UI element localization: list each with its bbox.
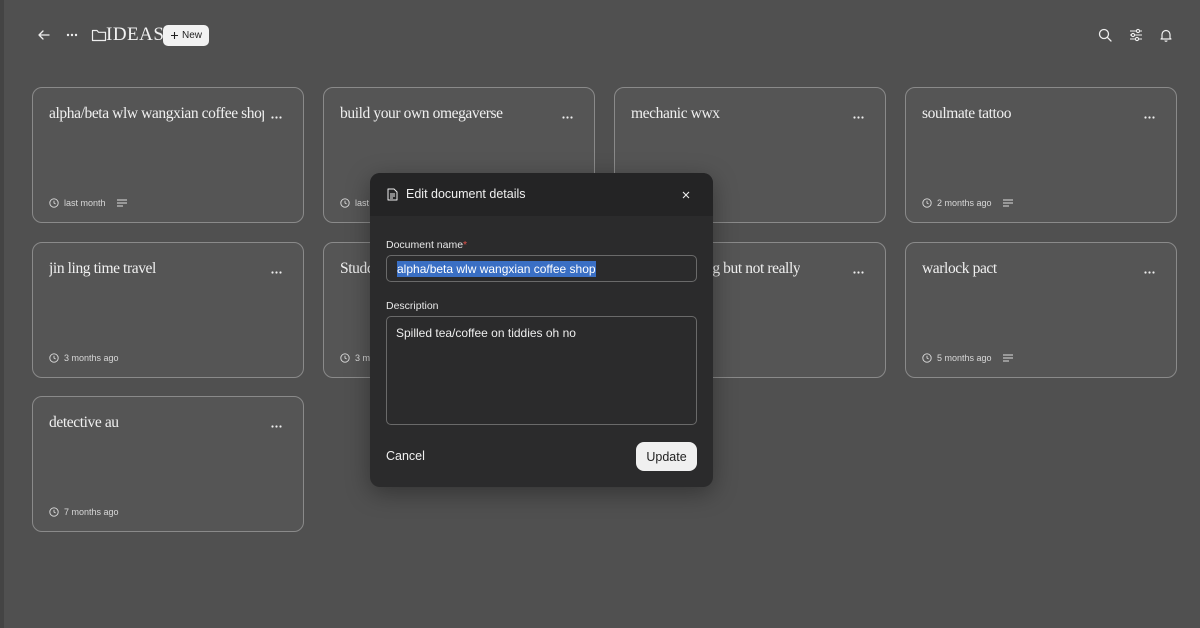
card-title: Studc [340,260,374,277]
clock-icon [922,353,932,363]
new-document-button[interactable]: New [163,25,209,46]
clock-icon [49,198,59,208]
search-icon [1098,28,1112,42]
document-card[interactable]: alpha/beta wlw wangxian coffee shop last… [32,87,304,223]
dialog-header: Edit document details [370,173,713,216]
more-horizontal-icon [852,115,864,119]
search-button[interactable] [1094,24,1116,46]
close-button[interactable] [680,189,692,201]
card-time: 2 months ago [937,198,992,208]
sliders-icon [1130,28,1142,42]
card-options-button[interactable] [560,112,574,122]
card-meta: last month [49,198,127,208]
dialog-title: Edit document details [406,187,526,201]
card-title: mechanic wwx [631,105,720,122]
clock-icon [922,198,932,208]
bell-icon [1160,29,1172,42]
card-options-button[interactable] [269,267,283,277]
document-name-label-text: Document name [386,239,464,251]
document-name-value: alpha/beta wlw wangxian coffee shop [397,260,596,277]
clock-icon [49,353,59,363]
more-horizontal-icon [1143,270,1155,274]
top-bar: IDEAS New [0,0,1200,70]
card-options-button[interactable] [851,267,865,277]
folder-options-button[interactable] [61,24,83,46]
card-meta: 2 months ago [922,198,1013,208]
card-time: 7 months ago [64,507,119,517]
description-textarea[interactable]: Spilled tea/coffee on tiddies oh no [386,316,697,425]
more-horizontal-icon [270,270,282,274]
arrow-left-icon [38,30,50,40]
folder-icon [91,29,107,42]
card-title: soulmate tattoo [922,105,1012,122]
close-icon [682,191,690,199]
plus-icon [170,32,178,39]
document-name-label: Document name* [386,239,467,251]
cancel-button[interactable]: Cancel [386,449,425,463]
more-horizontal-icon [1143,115,1155,119]
card-title: jin ling time travel [49,260,156,277]
required-asterisk: * [463,239,468,251]
card-time: last month [64,198,106,208]
card-time: 3 months ago [64,353,119,363]
card-title: alpha/beta wlw wangxian coffee shop [49,105,264,122]
card-title: warlock pact [922,260,997,277]
description-label: Description [386,300,439,312]
more-horizontal-icon [270,424,282,428]
card-title: ng but not really [705,260,801,277]
page-title: IDEAS [106,24,165,45]
document-icon [387,188,398,201]
clock-icon [340,353,350,363]
more-horizontal-icon [66,33,78,37]
card-options-button[interactable] [1142,267,1156,277]
left-edge [0,0,4,628]
card-options-button[interactable] [269,421,283,431]
card-title: detective au [49,414,119,431]
back-button[interactable] [33,24,55,46]
document-card[interactable]: soulmate tattoo 2 months ago [905,87,1177,223]
clock-icon [340,198,350,208]
update-button[interactable]: Update [636,442,697,471]
card-meta: 7 months ago [49,507,119,517]
more-horizontal-icon [852,270,864,274]
more-horizontal-icon [270,115,282,119]
clock-icon [49,507,59,517]
card-title: build your own omegaverse [340,105,503,122]
document-name-input[interactable]: alpha/beta wlw wangxian coffee shop [386,255,697,282]
more-horizontal-icon [561,115,573,119]
edit-document-dialog: Edit document details Document name* alp… [370,173,713,487]
card-time: 5 months ago [937,353,992,363]
document-card[interactable]: jin ling time travel 3 months ago [32,242,304,378]
card-options-button[interactable] [851,112,865,122]
card-options-button[interactable] [269,112,283,122]
card-meta: 5 months ago [922,353,1013,363]
document-card[interactable]: detective au 7 months ago [32,396,304,532]
new-button-label: New [181,30,202,41]
text-lines-icon [116,199,127,207]
text-lines-icon [1002,354,1013,362]
filter-settings-button[interactable] [1125,24,1147,46]
card-meta: 3 months ago [49,353,119,363]
document-card[interactable]: warlock pact 5 months ago [905,242,1177,378]
text-lines-icon [1002,199,1013,207]
notifications-button[interactable] [1155,24,1177,46]
card-options-button[interactable] [1142,112,1156,122]
